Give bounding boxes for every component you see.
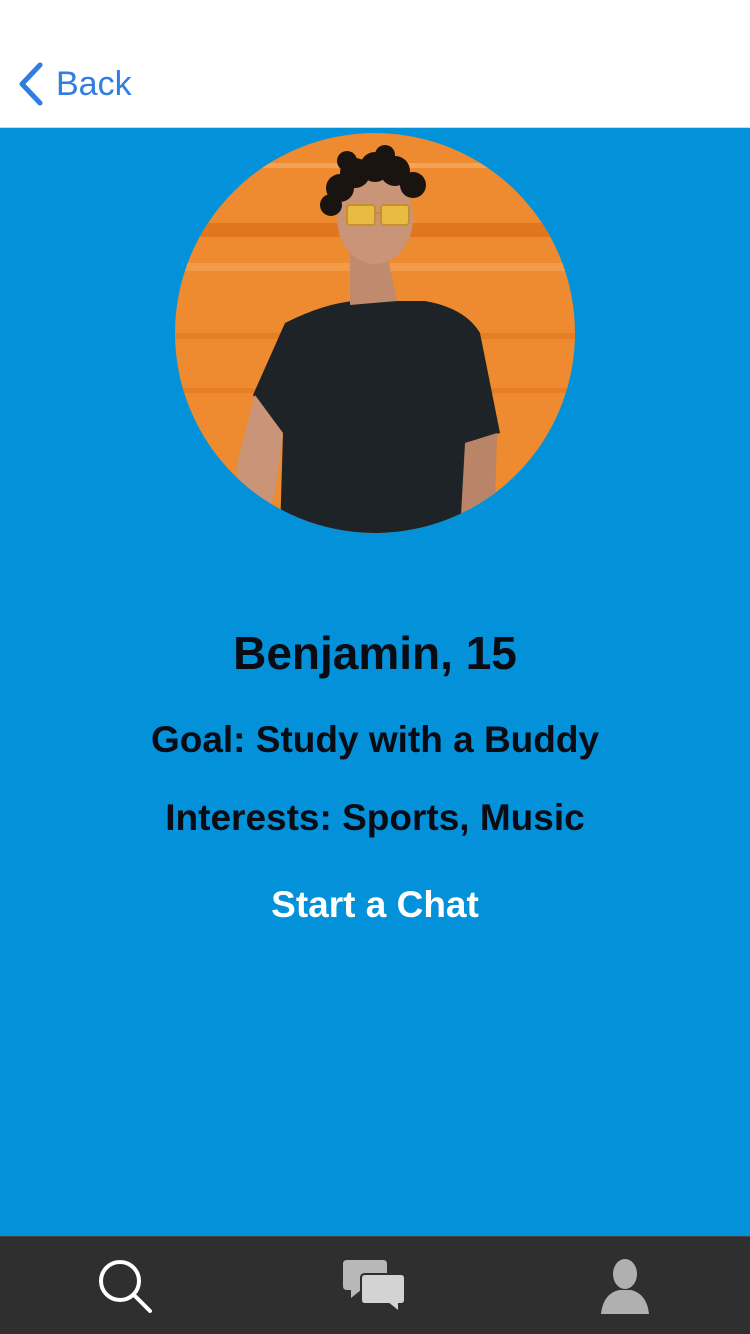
tab-profile[interactable] bbox=[500, 1237, 750, 1334]
tab-search[interactable] bbox=[0, 1237, 250, 1334]
chat-bubbles-icon bbox=[343, 1256, 407, 1316]
chevron-left-icon bbox=[18, 62, 44, 106]
navigation-bar: Back bbox=[0, 0, 750, 128]
profile-photo bbox=[175, 133, 575, 533]
person-icon bbox=[595, 1256, 655, 1316]
back-label: Back bbox=[56, 65, 132, 103]
profile-content: Benjamin, 15 Goal: Study with a Buddy In… bbox=[0, 128, 750, 1236]
profile-name: Benjamin, 15 bbox=[233, 627, 517, 679]
tab-chats[interactable] bbox=[250, 1237, 500, 1334]
tab-bar bbox=[0, 1236, 750, 1334]
search-icon bbox=[95, 1256, 155, 1316]
start-chat-button[interactable]: Start a Chat bbox=[225, 878, 525, 932]
profile-goal: Goal: Study with a Buddy bbox=[150, 719, 600, 760]
profile-interests: Interests: Sports, Music bbox=[165, 797, 585, 838]
back-button[interactable]: Back bbox=[18, 60, 132, 108]
